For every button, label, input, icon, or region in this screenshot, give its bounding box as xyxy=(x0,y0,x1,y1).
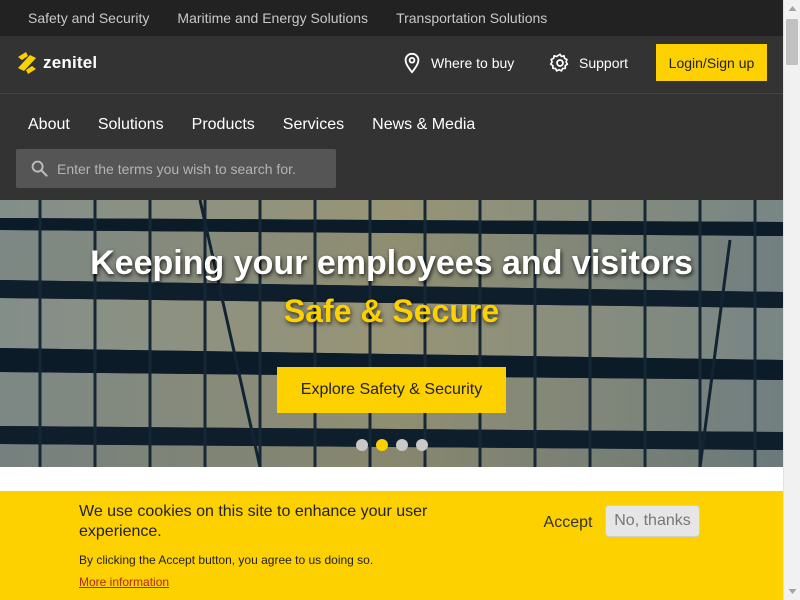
topbar-link-safety-security[interactable]: Safety and Security xyxy=(28,10,149,26)
logo[interactable]: zenitel xyxy=(16,51,97,75)
top-utility-bar: Safety and Security Maritime and Energy … xyxy=(0,0,783,36)
header-divider xyxy=(0,93,783,94)
cookie-banner: We use cookies on this site to enhance y… xyxy=(0,491,783,600)
search-box xyxy=(16,149,336,188)
map-pin-icon xyxy=(404,52,420,74)
topbar-link-transportation[interactable]: Transportation Solutions xyxy=(396,10,547,26)
search-icon[interactable] xyxy=(31,160,48,177)
gear-icon xyxy=(549,53,569,72)
carousel-dot-3[interactable] xyxy=(396,439,408,451)
scroll-up-arrow-icon[interactable] xyxy=(784,0,800,17)
carousel-dot-2[interactable] xyxy=(376,439,388,451)
logo-text: zenitel xyxy=(43,53,98,72)
zenitel-logo-icon xyxy=(18,52,36,74)
support-label: Support xyxy=(579,55,629,71)
vertical-scrollbar[interactable] xyxy=(783,0,800,600)
search-input[interactable] xyxy=(57,160,327,177)
login-signup-button[interactable]: Login/Sign up xyxy=(656,44,767,81)
support-link[interactable]: Support xyxy=(549,44,628,82)
where-to-buy-link[interactable]: Where to buy xyxy=(401,44,514,82)
nav-item-solutions[interactable]: Solutions xyxy=(98,116,164,134)
page: Safety and Security Maritime and Energy … xyxy=(0,0,783,600)
scroll-thumb[interactable] xyxy=(786,19,798,65)
decline-cookies-button[interactable]: No, thanks xyxy=(605,505,700,537)
hero-background-image xyxy=(0,200,783,467)
cookie-note: By clicking the Accept button, you agree… xyxy=(79,553,374,567)
explore-safety-security-button[interactable]: Explore Safety & Security xyxy=(277,367,506,413)
nav-item-products[interactable]: Products xyxy=(192,116,255,134)
more-information-link[interactable]: More information xyxy=(79,575,169,589)
nav-item-about[interactable]: About xyxy=(28,116,70,134)
main-nav: About Solutions Products Services News &… xyxy=(28,116,475,134)
site-header: zenitel Where to buy Support Login/Sign … xyxy=(0,36,783,200)
carousel-dots xyxy=(356,439,428,451)
carousel-dot-1[interactable] xyxy=(356,439,368,451)
accept-cookies-button[interactable]: Accept xyxy=(537,510,599,536)
carousel-dot-4[interactable] xyxy=(416,439,428,451)
scroll-down-arrow-icon[interactable] xyxy=(784,583,800,600)
nav-item-news-media[interactable]: News & Media xyxy=(372,116,475,134)
where-to-buy-label: Where to buy xyxy=(431,55,515,71)
nav-item-services[interactable]: Services xyxy=(283,116,344,134)
cookie-message: We use cookies on this site to enhance y… xyxy=(79,503,428,540)
topbar-link-maritime-energy[interactable]: Maritime and Energy Solutions xyxy=(177,10,368,26)
hero-title: Keeping your employees and visitors xyxy=(90,244,693,282)
hero-banner: Keeping your employees and visitors Safe… xyxy=(0,200,783,467)
hero-subtitle: Safe & Secure xyxy=(283,293,500,329)
